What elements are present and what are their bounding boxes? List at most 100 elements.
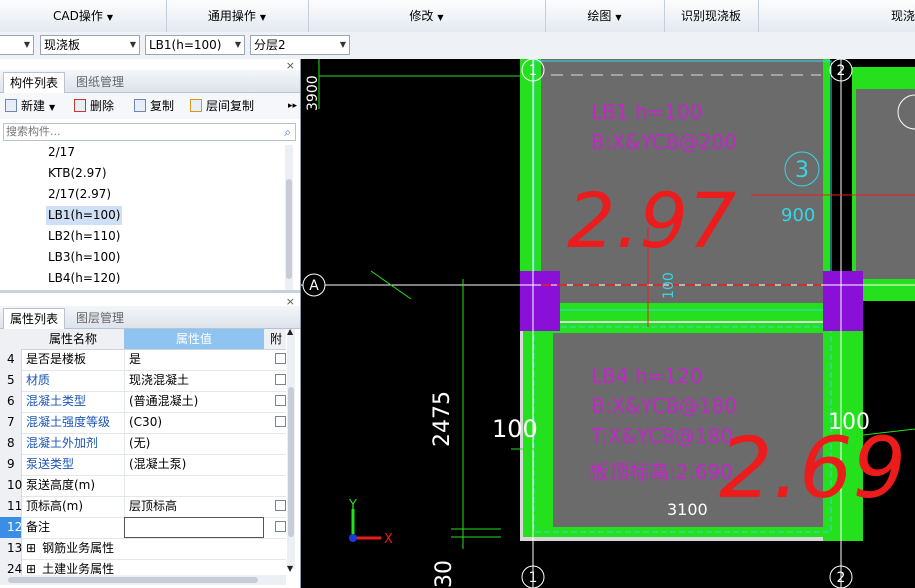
dimension-3100: 3100 [667,500,708,519]
selector-toolbar: ▼ 现浇板 ▼ LB1(h=100) ▼ 分层2 ▼ [0,32,915,60]
component-search-input[interactable]: 搜索构件... ⌕ [3,123,296,141]
property-row-number: 10 [0,475,22,496]
scrollbar-thumb[interactable] [288,387,294,537]
draw-label: 绘图 [587,9,612,23]
property-row[interactable]: 12 备注 [0,517,286,539]
scroll-down-icon[interactable]: ▼ [287,564,297,573]
property-row[interactable]: 11 顶标高(m) 层顶标高 [0,496,286,518]
new-button-label: 新建 [21,99,46,113]
property-row[interactable]: 8 混凝土外加剂 (无) [0,433,286,455]
chevron-down-icon: ▼ [106,13,113,22]
horizontal-scrollbar[interactable] [0,575,286,585]
slab-annotation-lb1-rebar: B:X&YC8@200 [591,130,737,154]
component-list-scrollbar[interactable] [285,145,293,290]
floor-copy-button[interactable]: 层间复制 [190,98,254,114]
property-value[interactable]: (混凝土泵) [124,454,264,475]
cad-operations-menu[interactable]: CAD操作 ▼ [0,0,167,32]
list-item[interactable]: LB3(h=100) [46,248,122,267]
property-value[interactable]: 现浇混凝土 [124,370,264,391]
attach-checkbox[interactable] [275,521,286,532]
tab-component-list[interactable]: 构件列表 [3,72,66,93]
modify-menu[interactable]: 修改 ▼ [308,0,546,32]
property-value[interactable] [124,475,264,496]
new-button[interactable]: 新建 ▼ [5,98,55,114]
attach-checkbox[interactable] [275,395,286,406]
property-name: 材质 [26,373,51,387]
floor-select[interactable]: ▼ [0,35,34,55]
chevron-down-icon: ▼ [615,13,622,22]
property-name: 泵送类型 [26,457,75,471]
property-value[interactable]: (普通混凝土) [124,391,264,412]
tab-property-list[interactable]: 属性列表 [3,308,66,329]
expand-icon[interactable]: ⊞ [26,541,36,555]
tab-drawing-management[interactable]: 图纸管理 [70,72,130,92]
property-row[interactable]: 6 混凝土类型 (普通混凝土) [0,391,286,413]
property-row[interactable]: 5 材质 现浇混凝土 [0,370,286,392]
attach-checkbox[interactable] [275,416,286,427]
cad-operations-label: CAD操作 [53,9,103,23]
right-slab [856,89,915,279]
general-operations-menu[interactable]: 通用操作 ▼ [166,0,309,32]
property-row[interactable]: 9 泵送类型 (混凝土泵) [0,454,286,476]
draw-menu[interactable]: 绘图 ▼ [545,0,665,32]
property-row[interactable]: 7 混凝土强度等级 (C30) [0,412,286,434]
more-tools-icon[interactable]: ▸▸ [288,98,297,114]
property-row-number: 7 [0,412,22,433]
axis-label-2-bottom: 2 [837,570,846,586]
dimension-100-left: 100 [492,415,538,443]
axis-label-a: A [309,278,319,294]
scrollbar-thumb[interactable] [286,179,292,279]
delete-button[interactable]: 删除 [74,98,114,114]
property-row[interactable]: 13 ⊞ 钢筋业务属性 [0,538,286,560]
column [520,271,560,331]
scrollbar-thumb[interactable] [8,577,258,583]
property-group[interactable]: ⊞ 钢筋业务属性 [26,538,114,559]
slab-number-3: 3 [795,158,809,183]
cast-in-place-label: 现浇 [890,9,915,23]
attach-checkbox[interactable] [275,374,286,385]
modify-label: 修改 [409,9,434,23]
tab-layer-management[interactable]: 图层管理 [70,308,130,328]
property-row-number: 12 [0,517,22,538]
identify-slab-menu[interactable]: 识别现浇板 [664,0,759,32]
list-item[interactable]: 2/17(2.97) [46,185,113,204]
cast-in-place-menu[interactable]: 现浇 [758,0,915,32]
copy-button[interactable]: 复制 [134,98,174,114]
attach-checkbox[interactable] [275,500,286,511]
property-value[interactable]: 是 [124,349,264,370]
list-item[interactable]: 2/17 [46,143,77,162]
search-icon[interactable]: ⌕ [284,124,291,140]
drawing-canvas[interactable]: 1 2 A 3 1 2 3900 900 100 2475 100 100 31… [301,59,915,588]
property-name: 泵送高度(m) [26,478,96,492]
property-row[interactable]: 10 泵送高度(m) [0,475,286,497]
list-item[interactable]: LB4(h=120) [46,269,122,288]
dimension-3900: 3900 [305,75,321,111]
property-row[interactable]: 4 是否是楼板 是 [0,349,286,371]
list-item[interactable]: KTB(2.97) [46,164,109,183]
property-grid-header: 属性名称 属性值 附 [0,329,286,350]
list-item-selected[interactable]: LB1(h=100) [46,206,123,225]
close-icon[interactable]: × [286,59,295,72]
property-value[interactable]: (C30) [124,412,264,433]
property-row-number: 5 [0,370,22,391]
panel-splitter[interactable] [0,290,300,293]
property-value[interactable]: 层顶标高 [124,496,264,517]
dimension-100-vertical: 100 [661,272,677,299]
axis-label-2: 2 [837,63,846,79]
layer-select[interactable]: 分层2 ▼ [250,35,350,55]
copy-icon [134,99,146,112]
col-attach: 附 [270,332,283,346]
list-item[interactable]: LB2(h=110) [46,227,122,246]
component-select[interactable]: LB1(h=100) ▼ [145,35,245,55]
property-value[interactable] [124,517,264,538]
property-grid-scrollbar[interactable] [287,329,295,569]
element-type-select[interactable]: 现浇板 ▼ [40,35,140,55]
attach-checkbox[interactable] [275,353,286,364]
general-operations-label: 通用操作 [207,9,256,23]
axis-label-1-bottom: 1 [529,570,538,586]
property-value[interactable]: (无) [124,433,264,454]
scroll-up-icon[interactable]: ▲ [287,327,297,336]
dimension-2475: 2475 [430,391,455,447]
property-row-number: 9 [0,454,22,475]
expand-icon[interactable]: ⊞ [26,562,36,576]
